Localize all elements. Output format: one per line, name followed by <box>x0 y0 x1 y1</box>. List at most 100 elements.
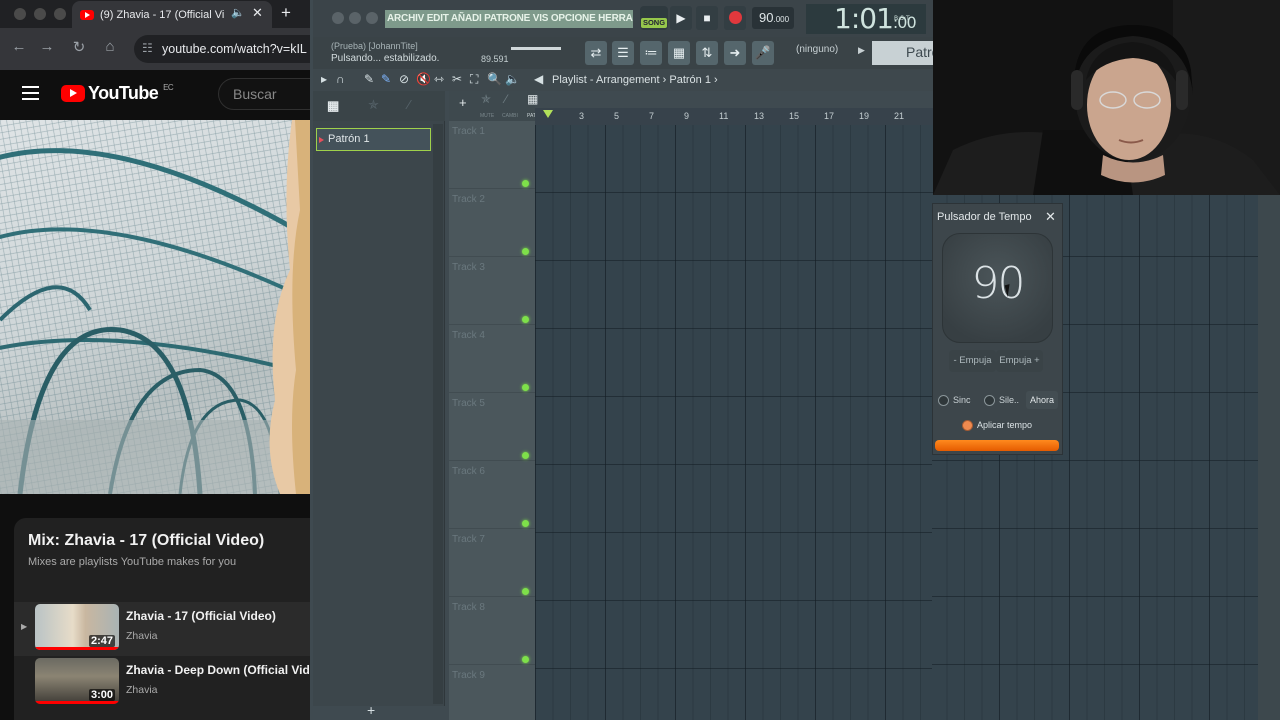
playlist-item[interactable]: 3:00 Zhavia - Deep Down (Official Video)… <box>14 656 328 710</box>
track-active-led[interactable] <box>522 248 529 255</box>
pattern-arrow-icon[interactable]: ▶ <box>858 45 865 56</box>
song-position-display[interactable]: 1:01:00 B:S:T <box>806 4 926 34</box>
slice-tool-icon[interactable]: ✂ <box>452 72 462 86</box>
track-active-led[interactable] <box>522 656 529 663</box>
hamburger-menu-icon[interactable] <box>22 86 39 104</box>
tab-title: (9) Zhavia - 17 (Official Vi <box>100 8 225 21</box>
track-header[interactable]: Track 6 <box>449 461 535 529</box>
channel-rack-icon[interactable]: ▦ <box>668 41 690 65</box>
track-active-led[interactable] <box>522 384 529 391</box>
video-thumbnail[interactable]: 3:00 <box>35 658 119 704</box>
apply-tempo-radio[interactable] <box>962 420 973 431</box>
tempo-decimal: .000 <box>773 15 790 24</box>
track-active-led[interactable] <box>522 520 529 527</box>
playlist-grid[interactable] <box>535 125 935 720</box>
stop-button[interactable]: ■ <box>696 6 718 30</box>
tab-close-icon[interactable]: ✕ <box>252 5 263 21</box>
microphone-icon[interactable]: 🎤 <box>752 41 774 65</box>
now-button[interactable]: Ahora <box>1026 391 1058 409</box>
track-header[interactable]: Track 5 <box>449 393 535 461</box>
mute-toggle-icon[interactable]: ✯ <box>481 92 491 106</box>
track-header[interactable]: Track 8 <box>449 597 535 665</box>
track-name: Track 6 <box>452 466 485 477</box>
playback-tool-icon[interactable]: 🔈 <box>505 72 520 86</box>
snap-icon[interactable]: ⇄ <box>585 41 607 65</box>
back-arrow-icon[interactable]: ← <box>10 38 28 55</box>
paint-tool-icon[interactable]: ✎ <box>381 72 391 86</box>
search-placeholder: Buscar <box>233 86 277 102</box>
magnet-icon[interactable]: ∩ <box>336 72 345 86</box>
song-mode-label: SONG <box>641 18 667 28</box>
mix-title[interactable]: Mix: Zhavia - 17 (Official Video) <box>28 532 264 550</box>
ruler-bar-number: 19 <box>859 111 870 121</box>
piano-roll-icon[interactable]: ≔ <box>640 41 662 65</box>
nudge-minus-button[interactable]: - Empuja <box>949 350 996 372</box>
track-name: Track 9 <box>452 670 485 681</box>
youtube-favicon-icon <box>80 9 94 20</box>
video-thumbnail[interactable]: 2:47 <box>35 604 119 650</box>
song-mode-toggle[interactable]: SONG <box>640 6 668 30</box>
track-active-led[interactable] <box>522 180 529 187</box>
mixer-icon[interactable]: ⇅ <box>696 41 718 65</box>
fl-close-dot[interactable] <box>332 12 344 24</box>
delete-tool-icon[interactable]: ⊘ <box>399 72 409 86</box>
fl-main-menu[interactable]: ARCHIV EDIT AÑADI PATRONE VIS OPCIONE HE… <box>385 10 633 28</box>
track-active-led[interactable] <box>522 588 529 595</box>
reload-icon[interactable]: ↻ <box>70 38 88 56</box>
youtube-play-logo-icon <box>61 85 85 102</box>
close-icon[interactable]: ✕ <box>1045 209 1056 225</box>
silent-radio[interactable] <box>984 395 995 406</box>
select-tool-icon[interactable]: ⛶ <box>470 72 478 87</box>
track-active-led[interactable] <box>522 452 529 459</box>
video-player[interactable] <box>0 120 310 494</box>
window-minimize-dot[interactable] <box>34 8 46 20</box>
track-header[interactable]: Track 7 <box>449 529 535 597</box>
playlist-scrollbar[interactable] <box>1258 195 1280 720</box>
nudge-plus-button[interactable]: Empuja + <box>996 350 1043 372</box>
address-bar[interactable]: ☷ youtube.com/watch?v=kIL <box>134 35 324 63</box>
draw-tool-icon[interactable]: ✎ <box>364 72 374 86</box>
song-position-main: 1:01 <box>834 2 894 35</box>
track-header[interactable]: Track 9 <box>449 665 535 720</box>
picker-piano-icon[interactable]: ▦ <box>327 98 339 114</box>
home-icon[interactable]: ⌂ <box>101 38 119 55</box>
playlist-icon[interactable]: ☰ <box>612 41 634 65</box>
youtube-logo[interactable]: YouTube EC <box>61 83 174 104</box>
pattern-item[interactable]: Patrón 1 <box>316 128 431 151</box>
site-settings-icon[interactable]: ☷ <box>142 41 153 55</box>
pattern-toggle-icon[interactable]: ▦ <box>527 92 538 106</box>
window-close-dot[interactable] <box>14 8 26 20</box>
pattern-selector[interactable]: Patrón <box>872 41 947 65</box>
play-button[interactable]: ▶ <box>670 6 692 30</box>
swap-toggle-icon[interactable]: ⁄ <box>505 92 507 106</box>
mute-tool-icon[interactable]: 🔇 <box>416 72 431 86</box>
forward-arrow-icon[interactable]: → <box>38 38 56 55</box>
tab-audio-icon[interactable]: 🔈 <box>231 6 245 19</box>
channel-selector[interactable]: (ninguno) <box>796 44 838 55</box>
track-active-led[interactable] <box>522 316 529 323</box>
fl-minimize-dot[interactable] <box>349 12 361 24</box>
speaker-icon[interactable]: ◀ <box>534 72 543 86</box>
playlist-menu-arrow-icon[interactable]: ▸ <box>321 72 327 86</box>
sync-radio[interactable] <box>938 395 949 406</box>
timeline-ruler[interactable]: 3 5 7 9 11 13 15 17 19 21 <box>535 108 935 125</box>
pattern-picker-scrollbar[interactable] <box>433 124 443 704</box>
track-header[interactable]: Track 4 <box>449 325 535 393</box>
playhead-marker[interactable] <box>543 110 553 118</box>
record-button[interactable] <box>724 6 746 30</box>
window-zoom-dot[interactable] <box>54 8 66 20</box>
add-pattern-icon[interactable]: + <box>367 702 375 718</box>
track-name: Track 2 <box>452 194 485 205</box>
add-track-icon[interactable]: + <box>459 95 467 110</box>
track-header[interactable]: Track 1 <box>449 121 535 189</box>
playlist-item[interactable]: ▶ 2:47 Zhavia - 17 (Official Video) Zhav… <box>14 602 310 656</box>
track-header[interactable]: Track 3 <box>449 257 535 325</box>
track-header[interactable]: Track 2 <box>449 189 535 257</box>
new-tab-icon[interactable]: + <box>281 3 291 23</box>
tempo-display[interactable]: 90.000 <box>752 7 794 29</box>
zoom-tool-icon[interactable]: 🔍 <box>487 72 502 86</box>
slip-tool-icon[interactable]: ⇿ <box>434 72 444 86</box>
fl-zoom-dot[interactable] <box>366 12 378 24</box>
master-volume-slider[interactable] <box>511 47 561 50</box>
browser-arrow-icon[interactable]: ➜ <box>724 41 746 65</box>
